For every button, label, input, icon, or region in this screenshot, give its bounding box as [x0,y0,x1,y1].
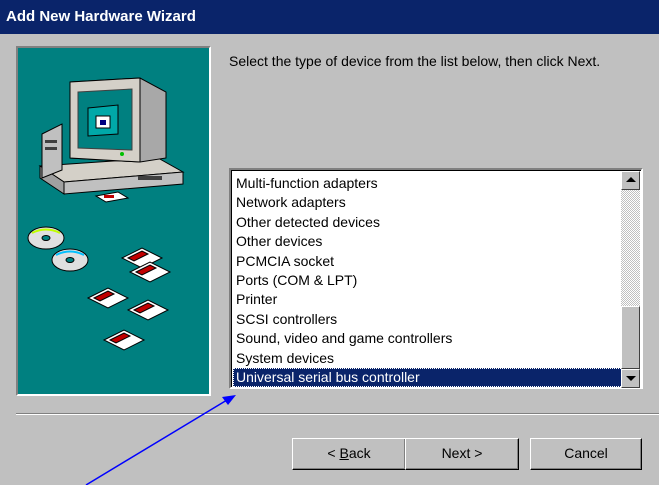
annotation-arrow [85,395,236,485]
annotation-arrow-head-icon [222,395,236,405]
annotation-arrow-line [85,396,233,485]
